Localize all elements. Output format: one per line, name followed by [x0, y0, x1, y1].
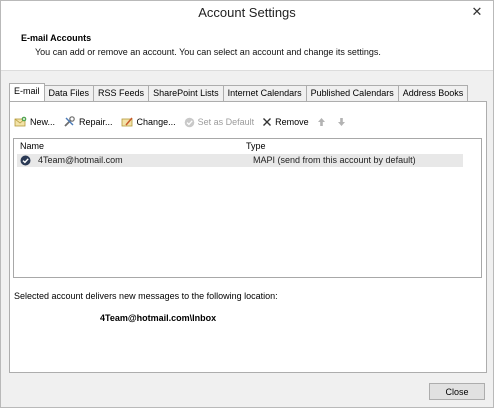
- tab-internet-calendars[interactable]: Internet Calendars: [222, 85, 307, 101]
- remove-button-label: Remove: [275, 117, 309, 127]
- header: E-mail Accounts You can add or remove an…: [1, 25, 493, 71]
- window-title: Account Settings: [198, 5, 296, 20]
- tab-strip: E-mail Data Files RSS Feeds SharePoint L…: [9, 83, 469, 102]
- new-button-label: New...: [30, 117, 56, 127]
- toolbar: New... Repair... Change... Set as Defaul…: [14, 114, 357, 130]
- account-settings-window: Account Settings ✕ E-mail Accounts You c…: [0, 0, 494, 408]
- arrow-up-icon: [317, 118, 325, 126]
- email-tab-panel: New... Repair... Change... Set as Defaul…: [9, 101, 487, 373]
- title-bar: Account Settings ✕: [1, 1, 493, 25]
- account-row[interactable]: 4Team@hotmail.com MAPI (send from this a…: [17, 154, 463, 167]
- delivery-label: Selected account delivers new messages t…: [14, 291, 278, 301]
- set-as-default-label: Set as Default: [197, 117, 255, 127]
- account-type: MAPI (send from this account by default): [253, 155, 416, 165]
- move-up-button[interactable]: [317, 117, 329, 127]
- change-button-label: Change...: [136, 117, 176, 127]
- tab-sharepoint-lists[interactable]: SharePoint Lists: [148, 85, 224, 101]
- account-name: 4Team@hotmail.com: [38, 155, 123, 165]
- repair-button-label: Repair...: [79, 117, 113, 127]
- tab-rss-feeds[interactable]: RSS Feeds: [93, 85, 150, 101]
- remove-x-icon: [263, 118, 272, 126]
- change-button[interactable]: Change...: [121, 116, 176, 128]
- set-as-default-button[interactable]: Set as Default: [184, 117, 255, 128]
- tab-email[interactable]: E-mail: [9, 83, 45, 101]
- close-icon[interactable]: ✕: [470, 5, 484, 19]
- tab-data-files[interactable]: Data Files: [43, 85, 95, 101]
- tab-address-books[interactable]: Address Books: [397, 85, 469, 101]
- set-default-check-icon: [184, 117, 194, 127]
- tab-published-calendars[interactable]: Published Calendars: [305, 85, 399, 101]
- repair-tools-icon: [64, 116, 75, 127]
- header-subtitle: You can add or remove an account. You ca…: [35, 47, 381, 57]
- account-list: Name Type 4Team@hotmail.com MAPI (send f…: [13, 138, 482, 278]
- new-account-icon: [14, 116, 27, 127]
- column-header-name[interactable]: Name: [20, 141, 44, 151]
- remove-button[interactable]: Remove: [262, 117, 309, 127]
- delivery-location: 4Team@hotmail.com\Inbox: [100, 313, 217, 323]
- column-header-type[interactable]: Type: [246, 141, 266, 151]
- move-down-button[interactable]: [337, 117, 349, 127]
- header-title: E-mail Accounts: [21, 33, 92, 43]
- new-button[interactable]: New...: [14, 116, 55, 128]
- default-account-check-icon: [20, 155, 31, 166]
- change-account-icon: [121, 117, 133, 127]
- list-header: Name Type: [14, 139, 481, 153]
- repair-button[interactable]: Repair...: [63, 116, 113, 128]
- arrow-down-icon: [337, 118, 345, 126]
- close-button[interactable]: Close: [429, 383, 485, 400]
